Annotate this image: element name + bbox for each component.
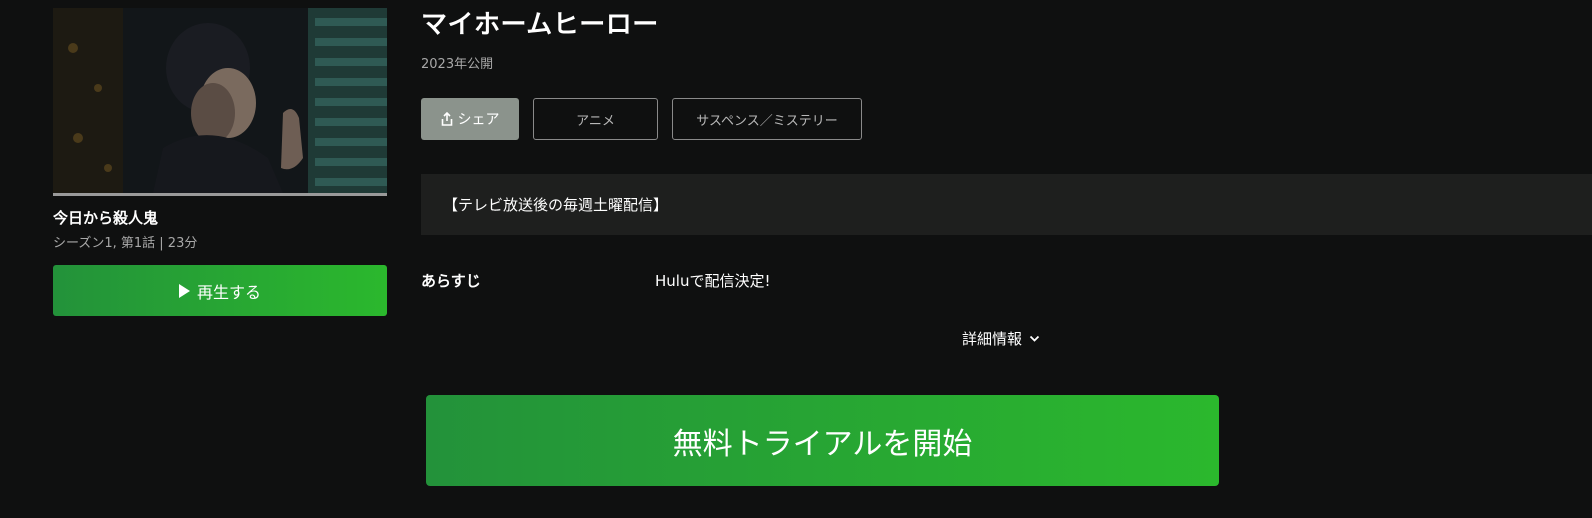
broadcast-notice: 【テレビ放送後の毎週土曜配信】 (421, 174, 1592, 235)
show-detail-page: 今日から殺人鬼 シーズン1, 第1話 | 23分 再生する マイホームヒーロー … (0, 0, 1592, 518)
tag-chip-anime[interactable]: アニメ (533, 98, 658, 140)
episode-thumbnail[interactable] (53, 8, 387, 193)
play-button[interactable]: 再生する (53, 265, 387, 316)
synopsis-text: Huluで配信決定! (655, 272, 771, 290)
episode-meta: シーズン1, 第1話 | 23分 (53, 236, 198, 251)
play-triangle-icon (178, 283, 190, 298)
share-button[interactable]: シェア (421, 98, 519, 140)
free-trial-button[interactable]: 無料トライアルを開始 (426, 395, 1219, 486)
synopsis-label: あらすじ (421, 272, 481, 290)
episode-thumbnail-art (53, 8, 387, 193)
chevron-down-icon (1029, 335, 1040, 343)
episode-title: 今日から殺人鬼 (53, 209, 159, 227)
release-year: 2023年公開 (421, 57, 494, 72)
action-chips: シェア アニメ サスペンス／ミステリー (421, 98, 862, 140)
episode-progress-bar (53, 193, 387, 196)
play-button-label: 再生する (196, 282, 261, 302)
tag-chip-genre[interactable]: サスペンス／ミステリー (672, 98, 862, 140)
share-button-label: シェア (457, 112, 500, 128)
show-title: マイホームヒーロー (421, 10, 659, 40)
details-toggle[interactable]: 詳細情報 (962, 328, 1040, 349)
details-label: 詳細情報 (962, 330, 1023, 348)
share-upload-icon (441, 112, 453, 126)
broadcast-notice-text: 【テレビ放送後の毎週土曜配信】 (443, 196, 669, 214)
free-trial-label: 無料トライアルを開始 (672, 426, 973, 462)
episode-progress-fill (53, 193, 387, 196)
